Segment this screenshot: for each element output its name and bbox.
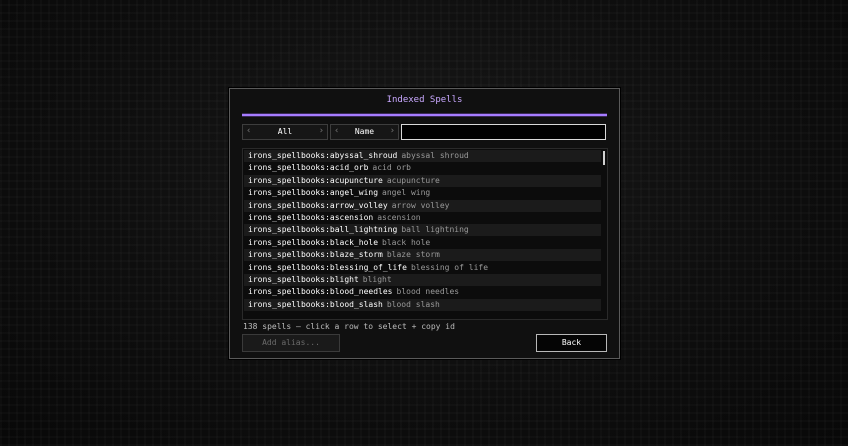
spell-name: ascension xyxy=(377,213,421,222)
list-item[interactable]: irons_spellbooks:blood_slash blood slash xyxy=(244,298,601,311)
spell-name: blessing of life xyxy=(410,262,489,272)
list-item[interactable]: irons_spellbooks:blessing_of_life blessin… xyxy=(244,262,601,274)
spell-name: blaze storm xyxy=(386,250,440,260)
list-item[interactable]: irons_spellbooks:angel_wing angel wing xyxy=(244,187,601,199)
spell-id: irons_spellbooks:angel_wing xyxy=(248,188,379,198)
list-item[interactable]: irons_spellbooks:black_hole black hole xyxy=(244,237,601,249)
list-item[interactable]: irons_spellbooks:abyssal_shroud abyssal s… xyxy=(244,150,601,162)
spell-id: irons_spellbooks:acid_orb xyxy=(248,163,369,173)
list-item[interactable]: irons_spellbooks:blood_needles blood need… xyxy=(244,286,601,298)
spell-id: irons_spellbooks:blaze_storm xyxy=(248,250,383,260)
title-underline xyxy=(242,114,607,116)
chevron-right-icon[interactable]: › xyxy=(319,126,324,136)
spell-name: ball lightning xyxy=(401,225,469,235)
sort-cycler[interactable]: ‹ Name › xyxy=(330,124,399,140)
spell-name: angel wing xyxy=(382,188,431,198)
dialog-title: Indexed Spells xyxy=(386,95,463,105)
list-item[interactable]: irons_spellbooks:ascension ascension xyxy=(244,212,601,224)
indexed-spells-dialog: Indexed Spells ‹ All › ‹ Name › irons_sp… xyxy=(229,88,620,359)
spell-id: irons_spellbooks:acupuncture xyxy=(248,175,383,185)
spell-name: abyssal shroud xyxy=(401,151,469,160)
add-alias-button[interactable]: Add alias... xyxy=(242,334,340,352)
spell-name: blood slash xyxy=(386,299,440,309)
spell-id: irons_spellbooks:blood_needles xyxy=(248,287,393,297)
spell-id: irons_spellbooks:blight xyxy=(248,275,359,284)
list-item[interactable]: irons_spellbooks:arrow_volley arrow volle… xyxy=(244,199,601,212)
sort-cycler-label: Name xyxy=(354,127,375,136)
spell-id: irons_spellbooks:arrow_volley xyxy=(248,200,388,210)
spell-list[interactable]: irons_spellbooks:abyssal_shroud abyssal s… xyxy=(242,148,608,320)
search-input[interactable] xyxy=(401,124,606,140)
list-item[interactable]: irons_spellbooks:acid_orb acid orb xyxy=(244,162,601,174)
spell-id: irons_spellbooks:abyssal_shroud xyxy=(248,151,398,160)
spell-id: irons_spellbooks:black_hole xyxy=(248,237,379,247)
status-text: 138 spells — click a row to select + cop… xyxy=(243,322,455,331)
spell-name: black hole xyxy=(382,237,431,247)
back-button[interactable]: Back xyxy=(536,334,607,352)
list-item[interactable]: irons_spellbooks:blaze_storm blaze storm xyxy=(244,249,601,262)
spell-name: blight xyxy=(362,275,392,284)
spell-name: acid orb xyxy=(372,163,411,173)
list-item[interactable]: irons_spellbooks:blight blight xyxy=(244,274,601,286)
spell-name: arrow volley xyxy=(391,200,450,210)
list-item[interactable]: irons_spellbooks:ball_lightning ball ligh… xyxy=(244,224,601,237)
spell-id: irons_spellbooks:ball_lightning xyxy=(248,225,398,235)
scrollbar-thumb[interactable] xyxy=(603,151,605,165)
spell-id: irons_spellbooks:blood_slash xyxy=(248,299,383,309)
spell-id: irons_spellbooks:ascension xyxy=(248,213,374,222)
chevron-right-icon[interactable]: › xyxy=(390,126,395,136)
spell-name: acupuncture xyxy=(386,175,440,185)
spell-id: irons_spellbooks:blessing_of_life xyxy=(248,262,407,272)
spell-name: blood needles xyxy=(396,287,460,297)
filter-cycler-label: All xyxy=(277,127,293,136)
list-item[interactable]: irons_spellbooks:acupuncture acupuncture xyxy=(244,174,601,187)
filter-cycler[interactable]: ‹ All › xyxy=(242,124,328,140)
